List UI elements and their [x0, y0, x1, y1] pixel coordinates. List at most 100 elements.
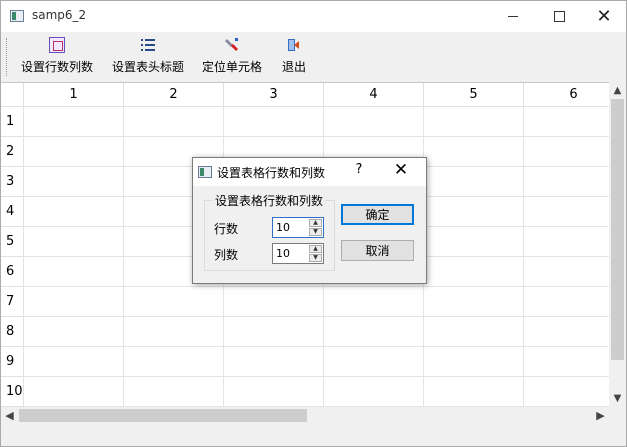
locate-cell-icon [224, 37, 240, 53]
table-cell[interactable] [124, 317, 224, 347]
table-cell[interactable] [424, 317, 524, 347]
column-header[interactable]: 2 [124, 83, 224, 107]
help-button[interactable]: ? [349, 162, 369, 182]
close-button[interactable]: ✕ [581, 1, 627, 32]
table-cell[interactable] [224, 287, 324, 317]
dialog-close-button[interactable]: ✕ [389, 160, 413, 184]
row-header[interactable]: 4 [1, 197, 24, 227]
table-cell[interactable] [424, 227, 524, 257]
row-header[interactable]: 9 [1, 347, 24, 377]
maximize-icon [553, 11, 565, 22]
minimize-button[interactable] [490, 1, 536, 32]
table-cell[interactable] [424, 137, 524, 167]
table-cell[interactable] [324, 377, 424, 407]
horizontal-scroll-thumb[interactable] [19, 409, 307, 422]
table-cell[interactable] [124, 107, 224, 137]
table-corner[interactable] [1, 83, 24, 107]
cols-value[interactable]: 10 [276, 247, 290, 260]
cols-label: 列数 [214, 248, 239, 262]
scroll-up-button[interactable]: ▲ [609, 82, 626, 99]
row-header[interactable]: 1 [1, 107, 24, 137]
row-header[interactable]: 5 [1, 227, 24, 257]
table-cell[interactable] [224, 347, 324, 377]
scroll-right-button[interactable]: ▶ [592, 407, 609, 424]
close-icon: ✕ [393, 160, 409, 180]
rows-label: 行数 [214, 222, 239, 236]
exit-label: 退出 [281, 60, 306, 74]
table-cell[interactable] [24, 197, 124, 227]
dialog-title-bar[interactable]: 设置表格行数和列数 ? ✕ [193, 158, 426, 186]
column-header[interactable]: 1 [24, 83, 124, 107]
row-header[interactable]: 8 [1, 317, 24, 347]
table-cell[interactable] [24, 227, 124, 257]
table-cell[interactable] [124, 287, 224, 317]
table-cell[interactable] [324, 107, 424, 137]
ok-button[interactable]: 确定 [341, 204, 414, 225]
chevron-up-icon: ▲ [613, 85, 622, 96]
table-cell[interactable] [24, 377, 124, 407]
table-cell[interactable] [424, 377, 524, 407]
groupbox-title: 设置表格行数和列数 [213, 192, 326, 209]
set-header-label: 设置表头标题 [111, 60, 184, 74]
cancel-button[interactable]: 取消 [341, 240, 414, 261]
scroll-down-button[interactable]: ▼ [609, 390, 626, 407]
table-cell[interactable] [24, 317, 124, 347]
cols-spinbox[interactable]: 10 ▲ ▼ [272, 243, 324, 264]
table-cell[interactable] [424, 197, 524, 227]
maximize-button[interactable] [536, 1, 582, 32]
horizontal-scrollbar[interactable]: ◀ ▶ [1, 407, 609, 424]
table-cell[interactable] [424, 107, 524, 137]
locate-cell-button[interactable]: 定位单元格 [199, 37, 265, 77]
table-cell[interactable] [24, 167, 124, 197]
set-row-col-button[interactable]: 设置行数列数 [19, 37, 95, 77]
toolbar-grip[interactable] [6, 38, 9, 76]
table-cell[interactable] [24, 137, 124, 167]
rows-spin-buttons: ▲ ▼ [309, 219, 322, 236]
table-cell[interactable] [324, 317, 424, 347]
cols-spin-down[interactable]: ▼ [309, 254, 322, 262]
column-header[interactable]: 4 [324, 83, 424, 107]
set-header-button[interactable]: 设置表头标题 [109, 37, 187, 77]
row-header[interactable]: 7 [1, 287, 24, 317]
table-cell[interactable] [24, 287, 124, 317]
row-header[interactable]: 10 [1, 377, 24, 407]
vertical-scroll-thumb[interactable] [611, 99, 624, 360]
table-cell[interactable] [324, 347, 424, 377]
table-cell[interactable] [324, 287, 424, 317]
main-window: samp6_2 ✕ 设置行数列数 设置表头标题 定位单元格 退出 1 2 3 4… [0, 0, 627, 447]
exit-button[interactable]: 退出 [277, 37, 311, 77]
rows-spin-down[interactable]: ▼ [309, 228, 322, 236]
table-cell[interactable] [224, 317, 324, 347]
table-cell[interactable] [424, 287, 524, 317]
table-cell[interactable] [24, 347, 124, 377]
rows-value[interactable]: 10 [276, 221, 290, 234]
row-header[interactable]: 2 [1, 137, 24, 167]
window-title: samp6_2 [32, 8, 87, 22]
table-cell[interactable] [124, 377, 224, 407]
cols-spin-buttons: ▲ ▼ [309, 245, 322, 262]
table-cell[interactable] [424, 347, 524, 377]
rows-spinbox[interactable]: 10 ▲ ▼ [272, 217, 324, 238]
table-cell[interactable] [224, 377, 324, 407]
status-bar [1, 424, 626, 446]
table-cell[interactable] [424, 167, 524, 197]
table-cell[interactable] [24, 257, 124, 287]
table-cell[interactable] [24, 107, 124, 137]
dialog-app-icon [198, 166, 212, 178]
scroll-left-button[interactable]: ◀ [1, 407, 18, 424]
table-cell[interactable] [124, 347, 224, 377]
row-header[interactable]: 3 [1, 167, 24, 197]
rows-spin-up[interactable]: ▲ [309, 219, 322, 227]
column-header[interactable]: 3 [224, 83, 324, 107]
row-header[interactable]: 6 [1, 257, 24, 287]
exit-icon [286, 37, 302, 53]
dialog-title: 设置表格行数和列数 [217, 166, 326, 180]
column-header[interactable]: 5 [424, 83, 524, 107]
title-bar[interactable]: samp6_2 ✕ [1, 1, 626, 32]
vertical-scrollbar[interactable]: ▲ ▼ [609, 82, 626, 407]
cols-spin-up[interactable]: ▲ [309, 245, 322, 253]
table-cell[interactable] [424, 257, 524, 287]
set-size-dialog: 设置表格行数和列数 ? ✕ 设置表格行数和列数 行数 10 ▲ ▼ 列数 10 … [192, 157, 427, 284]
chevron-right-icon: ▶ [596, 409, 605, 422]
table-cell[interactable] [224, 107, 324, 137]
